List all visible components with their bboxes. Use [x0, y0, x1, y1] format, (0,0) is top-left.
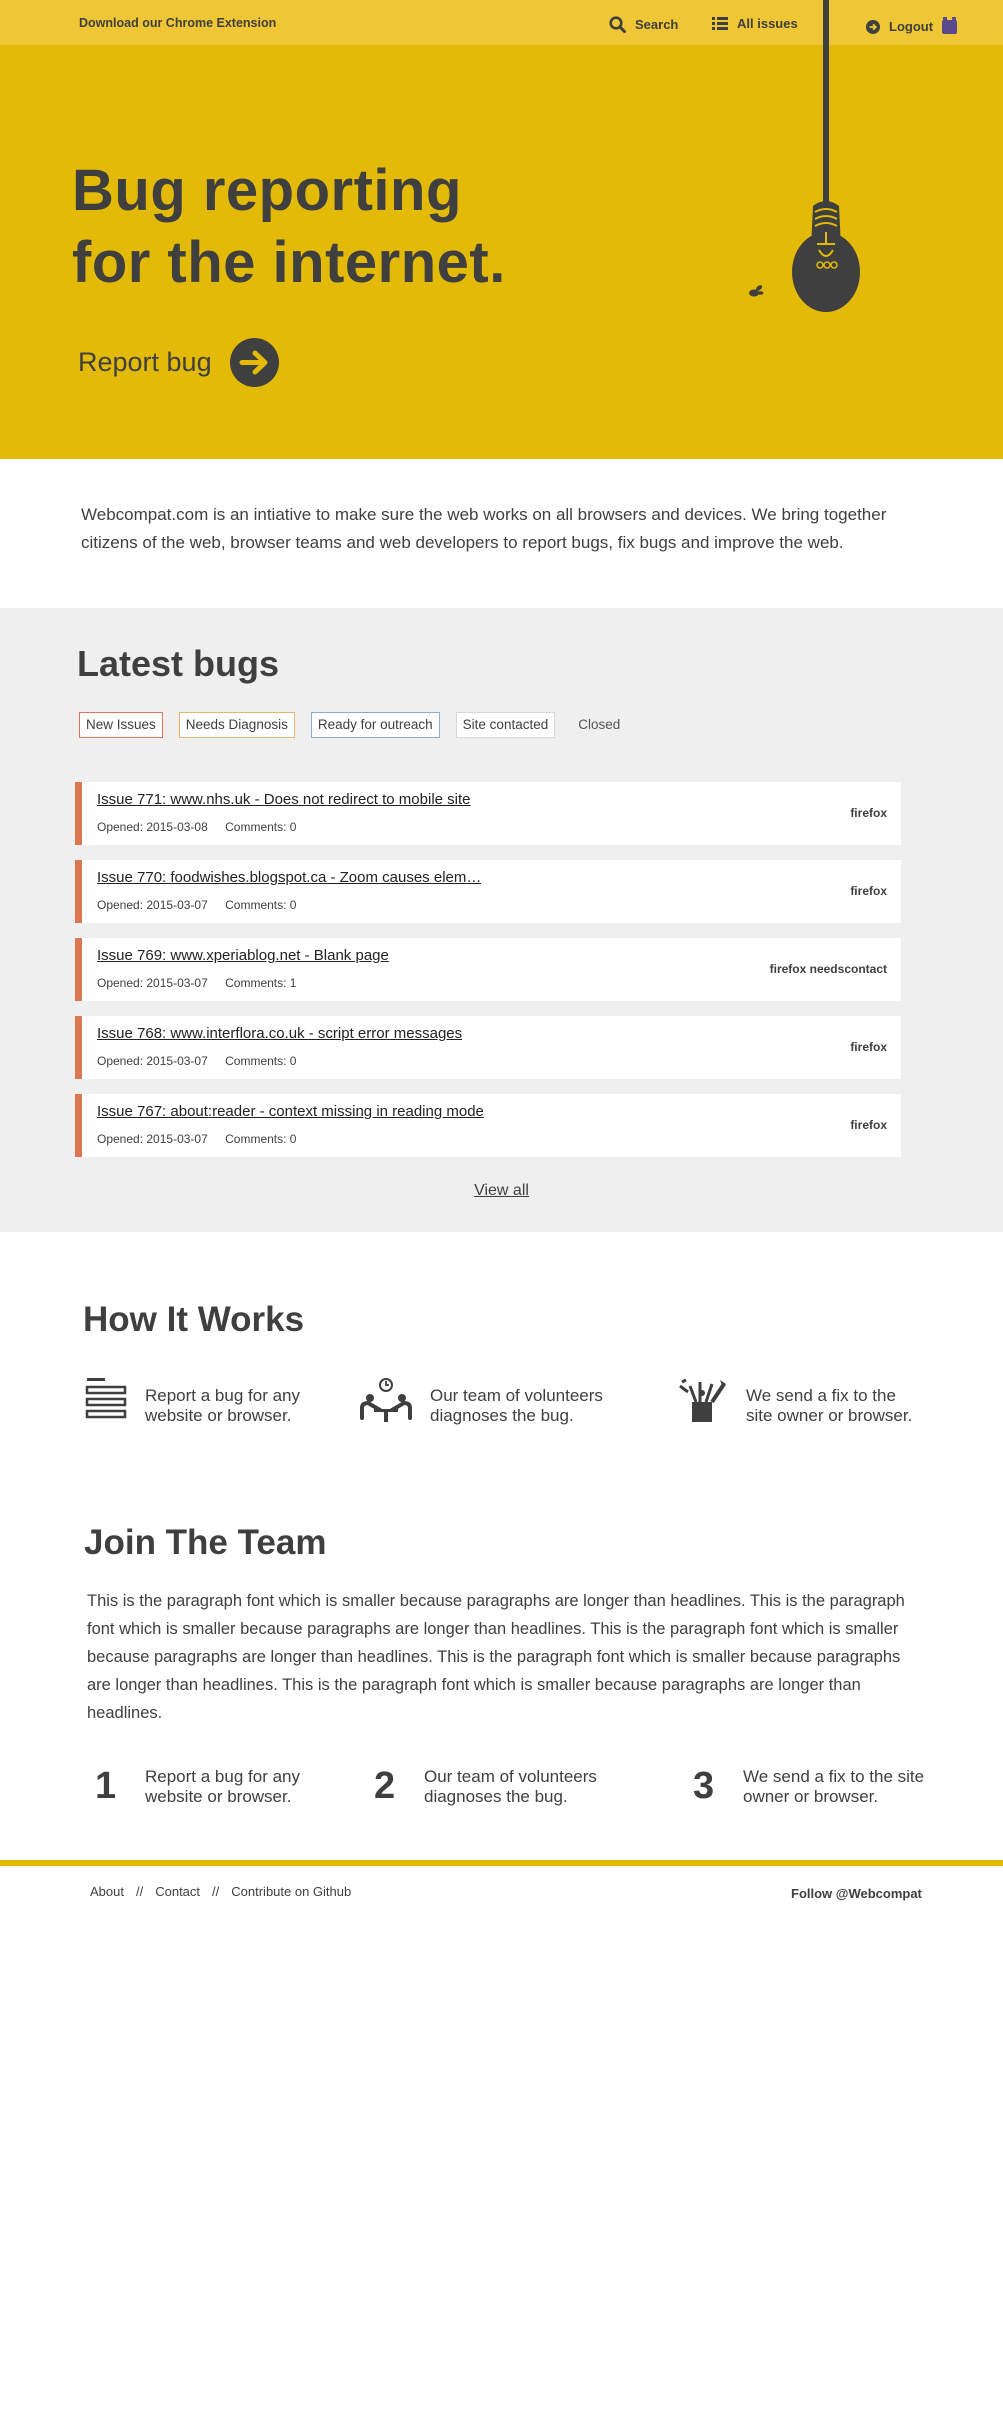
issue-labels: firefox	[850, 1040, 887, 1054]
how-step-fix: We send a fix to the site owner or brows…	[678, 1378, 926, 1426]
hero-headline-line1: Bug reporting	[72, 158, 462, 223]
issue-title-link[interactable]: Issue 769: www.xperiablog.net - Blank pa…	[97, 947, 389, 964]
footer-separator: //	[135, 1884, 144, 1899]
join-team-paragraph: This is the paragraph font which is smal…	[87, 1592, 905, 1722]
join-step-3: 3 We send a fix to the site owner or bro…	[693, 1767, 933, 1807]
logout-label: Logout	[889, 19, 934, 34]
filter-closed[interactable]: Closed	[571, 712, 627, 738]
issue-item: Issue 769: www.xperiablog.net - Blank pa…	[75, 938, 901, 1001]
issue-title-link[interactable]: Issue 768: www.interflora.co.uk - script…	[97, 1025, 462, 1042]
issue-labels: firefox	[850, 884, 887, 898]
report-bug-button[interactable]: Report bug	[78, 338, 279, 387]
filter-ready-for-outreach[interactable]: Ready for outreach	[310, 712, 440, 738]
hero-headline: Bug reporting for the internet.	[72, 155, 506, 299]
arrow-right-circle-icon	[229, 338, 279, 387]
footer-contact-link[interactable]: Contact	[155, 1884, 200, 1899]
how-step-text: Report a bug for any website or browser.	[145, 1386, 300, 1425]
filter-new-issues[interactable]: New Issues	[79, 712, 163, 738]
search-icon	[609, 16, 626, 33]
intro-paragraph: Webcompat.com is an intiative to make su…	[81, 505, 887, 552]
list-icon	[712, 17, 728, 30]
issue-comment-count: Comments: 0	[225, 1054, 297, 1068]
issue-item: Issue 768: www.interflora.co.uk - script…	[75, 1016, 901, 1079]
lightbulb-illustration-icon	[792, 0, 860, 312]
step-number: 1	[95, 1765, 117, 1807]
step-number: 3	[693, 1765, 715, 1807]
footer-divider	[0, 1860, 1003, 1866]
issue-opened-date: Opened: 2015-03-07	[97, 1132, 208, 1146]
filter-site-contacted[interactable]: Site contacted	[455, 712, 556, 738]
step-text: We send a fix to the site owner or brows…	[743, 1767, 925, 1806]
issue-filter-bar: New Issues Needs Diagnosis Ready for out…	[79, 712, 627, 738]
join-step-2: 2 Our team of volunteers diagnoses the b…	[374, 1767, 614, 1807]
how-step-text: We send a fix to the site owner or brows…	[746, 1386, 913, 1425]
issue-item: Issue 767: about:reader - context missin…	[75, 1094, 901, 1157]
view-all-link[interactable]: View all	[474, 1182, 529, 1199]
issue-comment-count: Comments: 1	[225, 976, 297, 990]
how-step-report: Report a bug for any website or browser.	[85, 1378, 325, 1426]
step-text: Our team of volunteers diagnoses the bug…	[424, 1767, 597, 1806]
footer-about-link[interactable]: About	[90, 1884, 124, 1899]
chrome-extension-link[interactable]: Download our Chrome Extension	[79, 16, 276, 30]
issue-opened-date: Opened: 2015-03-07	[97, 898, 208, 912]
join-step-1: 1 Report a bug for any website or browse…	[95, 1767, 335, 1807]
tools-icon	[679, 1378, 726, 1422]
footer-separator: //	[212, 1884, 220, 1899]
hero-section: Download our Chrome Extension Search All…	[0, 0, 1003, 459]
issue-meta: Opened: 2015-03-07 Comments: 0	[97, 898, 296, 912]
hero-headline-line2: for the internet.	[72, 230, 506, 295]
issue-title-link[interactable]: Issue 771: www.nhs.uk - Does not redirec…	[97, 791, 471, 808]
report-bug-label: Report bug	[78, 347, 212, 377]
issue-meta: Opened: 2015-03-07 Comments: 0	[97, 1054, 296, 1068]
issue-title-link[interactable]: Issue 767: about:reader - context missin…	[97, 1103, 484, 1120]
issue-labels: firefox	[850, 806, 887, 820]
issue-item: Issue 771: www.nhs.uk - Does not redirec…	[75, 782, 901, 845]
issue-opened-date: Opened: 2015-03-08	[97, 820, 208, 834]
issue-labels: firefox	[850, 1118, 887, 1132]
issue-comment-count: Comments: 0	[225, 1132, 297, 1146]
issue-labels: firefox needscontact	[769, 962, 887, 976]
issue-meta: Opened: 2015-03-07 Comments: 0	[97, 1132, 296, 1146]
issue-comment-count: Comments: 0	[225, 898, 297, 912]
issue-meta: Opened: 2015-03-07 Comments: 1	[97, 976, 296, 990]
filter-needs-diagnosis[interactable]: Needs Diagnosis	[178, 712, 295, 738]
issue-opened-date: Opened: 2015-03-07	[97, 1054, 208, 1068]
step-number: 2	[374, 1765, 396, 1807]
issue-title-link[interactable]: Issue 770: foodwishes.blogspot.ca - Zoom…	[97, 869, 481, 886]
search-nav-label: Search	[635, 17, 679, 32]
list-icon	[85, 1378, 127, 1419]
how-step-text: Our team of volunteers diagnoses the bug…	[430, 1386, 603, 1425]
step-text: Report a bug for any website or browser.	[145, 1767, 300, 1806]
issue-comment-count: Comments: 0	[225, 820, 297, 834]
team-icon	[360, 1378, 412, 1422]
latest-bugs-section: Latest bugs New Issues Needs Diagnosis R…	[0, 608, 1003, 1232]
how-step-diagnose: Our team of volunteers diagnoses the bug…	[360, 1378, 610, 1426]
latest-bugs-title: Latest bugs	[77, 643, 280, 684]
view-all-container: View all	[0, 1182, 1003, 1200]
issue-opened-date: Opened: 2015-03-07	[97, 976, 208, 990]
footer-links: About // Contact // Contribute on Github	[90, 1884, 351, 1899]
footer-github-link[interactable]: Contribute on Github	[231, 1884, 351, 1899]
bug-fly-icon	[749, 285, 764, 297]
issue-list: Issue 771: www.nhs.uk - Does not redirec…	[75, 782, 901, 1172]
join-team-title: Join The Team	[84, 1523, 327, 1562]
issue-meta: Opened: 2015-03-08 Comments: 0	[97, 820, 296, 834]
how-it-works-title: How It Works	[83, 1300, 305, 1339]
avatar[interactable]	[942, 16, 958, 34]
follow-twitter-link[interactable]: Follow @Webcompat	[791, 1886, 922, 1901]
search-nav-button[interactable]: Search	[609, 16, 678, 33]
issue-item: Issue 770: foodwishes.blogspot.ca - Zoom…	[75, 860, 901, 923]
